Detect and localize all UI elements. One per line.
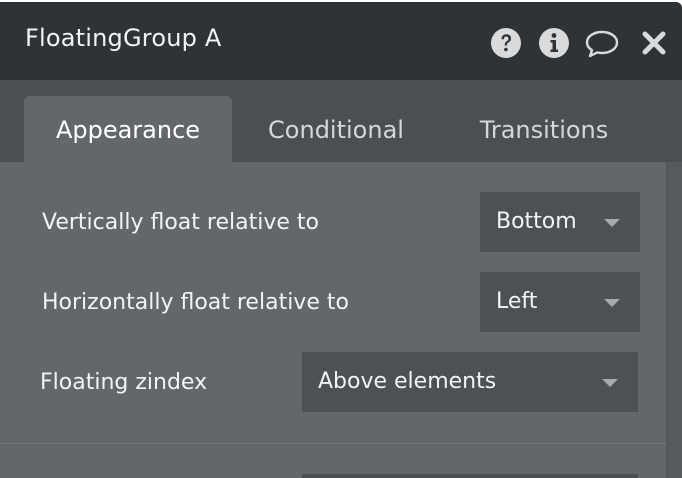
tab-transitions-label: Transitions (479, 116, 609, 144)
tab-conditional[interactable]: Conditional (250, 96, 422, 162)
panel-header: FloatingGroup A (0, 2, 682, 80)
chevron-down-icon (604, 219, 620, 227)
horizontal-float-value: Left (496, 289, 538, 314)
comment-icon[interactable] (584, 26, 620, 60)
tab-bar: Appearance Conditional Transitions (0, 80, 682, 162)
property-editor-panel: FloatingGroup A Appearance Conditional T… (0, 2, 682, 478)
floating-zindex-label: Floating zindex (40, 370, 208, 395)
horizontal-float-label: Horizontally float relative to (42, 290, 349, 315)
chevron-down-icon (604, 299, 620, 307)
floating-zindex-value: Above elements (318, 369, 497, 394)
tab-conditional-label: Conditional (268, 116, 404, 144)
floating-zindex-dropdown[interactable]: Above elements (302, 352, 638, 412)
scrollbar[interactable] (666, 162, 682, 478)
header-icons (490, 26, 670, 60)
vertical-float-dropdown[interactable]: Bottom (480, 192, 640, 252)
chevron-down-icon (602, 379, 618, 387)
vertical-float-value: Bottom (496, 209, 577, 234)
close-icon[interactable] (638, 26, 670, 60)
help-icon[interactable] (490, 26, 522, 60)
horizontal-float-dropdown[interactable]: Left (480, 272, 640, 332)
section-divider (0, 443, 666, 444)
tab-appearance-label: Appearance (55, 116, 201, 144)
info-icon[interactable] (538, 26, 570, 60)
tab-appearance[interactable]: Appearance (24, 96, 232, 162)
appearance-content: Vertically float relative to Bottom Hori… (0, 162, 666, 478)
next-dropdown-partial[interactable] (302, 474, 638, 478)
tab-transitions[interactable]: Transitions (462, 96, 626, 162)
vertical-float-label: Vertically float relative to (42, 210, 319, 235)
panel-title: FloatingGroup A (25, 24, 222, 52)
